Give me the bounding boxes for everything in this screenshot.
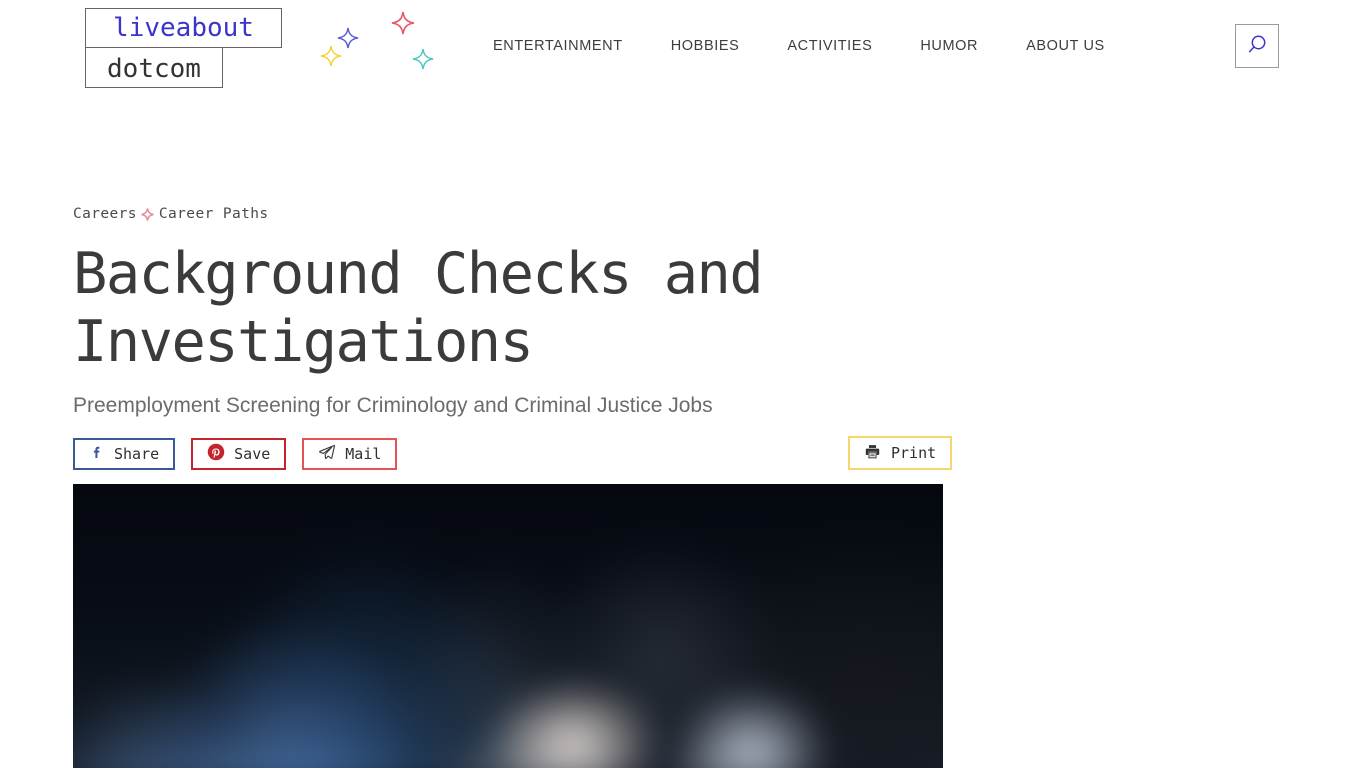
breadcrumb-item-career-paths[interactable]: Career Paths <box>159 204 269 224</box>
print-button[interactable]: Print <box>848 436 953 470</box>
site-logo[interactable]: liveabout dotcom <box>85 8 285 88</box>
sparkle-decorations <box>315 5 445 85</box>
logo-text-dotcom: dotcom <box>107 53 201 84</box>
page-title: Background Checks and Investigations <box>73 241 764 375</box>
print-label: Print <box>891 444 937 462</box>
share-pinterest-label: Save <box>234 445 271 463</box>
breadcrumb: Careers Career Paths <box>73 204 1366 224</box>
hero-image-graphic <box>73 484 943 768</box>
sparkle-teal-icon <box>412 48 434 75</box>
nav-item-about-us[interactable]: ABOUT US <box>1026 34 1105 58</box>
breadcrumb-item-careers[interactable]: Careers <box>73 204 137 224</box>
share-facebook-label: Share <box>114 445 160 463</box>
search-button[interactable] <box>1235 24 1279 68</box>
site-header: liveabout dotcom ENTERTAINMENT HOBBIES A… <box>0 0 1366 92</box>
hero-image <box>73 484 943 768</box>
breadcrumb-separator-star-icon <box>137 206 159 222</box>
share-mail-label: Mail <box>345 445 382 463</box>
sparkle-red-icon <box>391 11 415 40</box>
logo-box-bottom: dotcom <box>85 47 223 88</box>
sparkle-blue-icon <box>337 27 359 54</box>
printer-icon <box>864 443 881 464</box>
page-subtitle: Preemployment Screening for Criminology … <box>73 394 713 417</box>
pinterest-icon <box>207 443 225 465</box>
nav-item-activities[interactable]: ACTIVITIES <box>787 34 872 58</box>
nav-item-entertainment[interactable]: ENTERTAINMENT <box>493 34 623 58</box>
share-pinterest-button[interactable]: Save <box>191 438 287 470</box>
share-mail-button[interactable]: Mail <box>302 438 398 470</box>
logo-box-top: liveabout <box>85 8 282 48</box>
logo-text-liveabout: liveabout <box>113 13 254 43</box>
sparkle-yellow-icon <box>320 45 342 72</box>
article-main: Careers Career Paths Background Checks a… <box>0 204 1366 768</box>
facebook-icon <box>89 444 105 464</box>
share-facebook-button[interactable]: Share <box>73 438 176 470</box>
paper-plane-icon <box>318 443 336 465</box>
main-navigation: ENTERTAINMENT HOBBIES ACTIVITIES HUMOR A… <box>493 34 1105 58</box>
share-button-group: Share Save Mail <box>73 438 398 470</box>
search-icon <box>1245 33 1269 60</box>
article-action-bar: Share Save Mail Print <box>73 436 953 470</box>
nav-item-hobbies[interactable]: HOBBIES <box>671 34 740 58</box>
nav-item-humor[interactable]: HUMOR <box>920 34 978 58</box>
